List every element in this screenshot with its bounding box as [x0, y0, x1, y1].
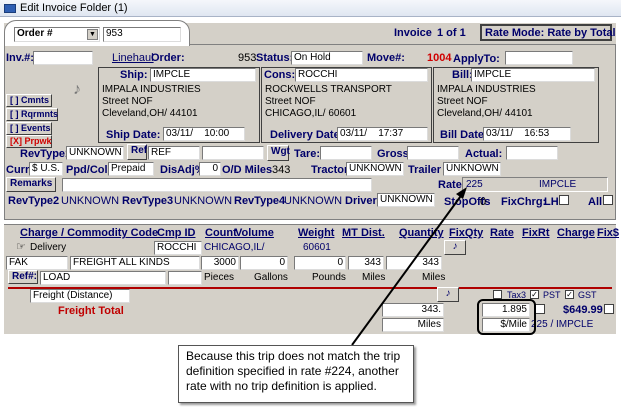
callout-box: Because this trip does not match the tri… — [178, 345, 414, 403]
arrow-line — [351, 192, 464, 346]
arrow-head — [456, 187, 467, 199]
callout-text: Because this trip does not match the tri… — [186, 349, 401, 393]
